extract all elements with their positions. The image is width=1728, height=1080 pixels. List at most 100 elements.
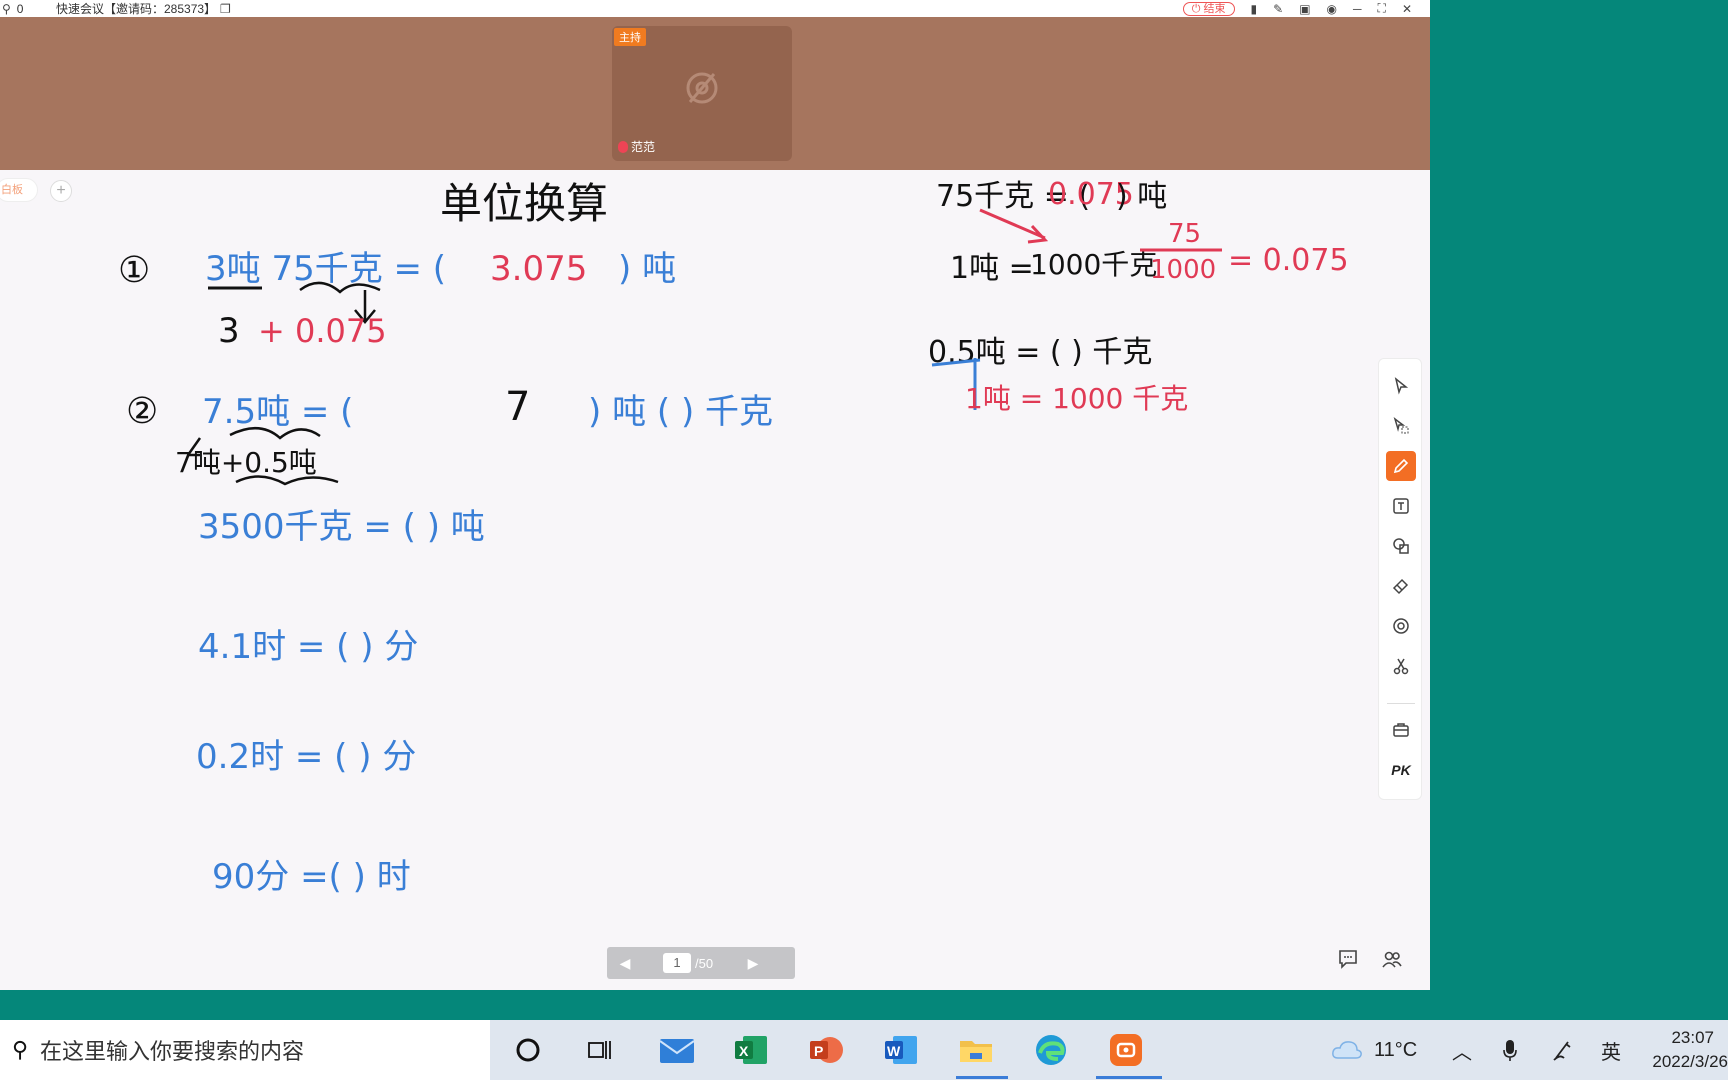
ime-indicator[interactable]: 英 bbox=[1601, 1020, 1621, 1080]
pencil-icon bbox=[1393, 458, 1409, 474]
toolbox-icon bbox=[1393, 723, 1409, 737]
r2-den: 1000 bbox=[1150, 255, 1216, 285]
copy-icon[interactable]: ❐ bbox=[220, 2, 231, 16]
clock-date: 2022/3/26 bbox=[1652, 1052, 1728, 1071]
meeting-title: 快速会议【邀请码：285373】 ❐ bbox=[56, 0, 231, 17]
chat-icon[interactable] bbox=[1336, 947, 1360, 971]
current-page-field[interactable]: 1 bbox=[663, 953, 691, 973]
weather-temp: 11°C bbox=[1374, 1038, 1418, 1061]
close-icon[interactable]: ✕ bbox=[1402, 2, 1412, 16]
explorer-active-indicator bbox=[956, 1076, 1008, 1079]
mail-icon[interactable] bbox=[657, 1030, 697, 1070]
record-icon[interactable]: ◉ bbox=[1327, 2, 1337, 16]
laser-tool[interactable] bbox=[1386, 611, 1416, 641]
svg-text:P: P bbox=[814, 1043, 823, 1059]
q6-text: 90分 =( ) 时 bbox=[212, 857, 411, 897]
q3-text: 3500千克 = ( ) 吨 bbox=[198, 507, 485, 547]
q1-number: ① bbox=[118, 250, 150, 291]
total-pages: /50 bbox=[695, 955, 714, 971]
q5-text: 0.2时 = ( ) 分 bbox=[196, 737, 416, 777]
eraser-tool[interactable] bbox=[1386, 571, 1416, 601]
word-icon[interactable]: W bbox=[881, 1030, 921, 1070]
r2-a: 1吨 = bbox=[950, 251, 1034, 286]
participant-count-label: 0 bbox=[16, 1, 24, 16]
tencent-meeting-icon[interactable] bbox=[1106, 1030, 1146, 1070]
windows-taskbar: ⚲ 在这里输入你要搜索的内容 X P W 11°C ︿ 英 23:07 2022… bbox=[0, 1020, 1728, 1080]
participant-video-tile[interactable]: 主持 范范 bbox=[612, 26, 792, 161]
board-title: 单位换算 bbox=[440, 179, 608, 228]
task-view-icon[interactable] bbox=[580, 1030, 620, 1070]
title-bar-controls: ⏻ 结束 ▮ ✎ ▣ ◉ ─ ⛶ ✕ bbox=[1182, 0, 1412, 17]
q1-answer: 3.075 bbox=[490, 249, 587, 289]
excel-icon[interactable]: X bbox=[731, 1030, 771, 1070]
whiteboard-canvas[interactable]: 白板 + 单位换算 ① 3吨 75千克 = ( 3.075 ) 吨 3 + 0.… bbox=[0, 170, 1430, 990]
camera-off-icon bbox=[686, 72, 718, 104]
q2-number: ② bbox=[126, 391, 158, 432]
signal-icon[interactable]: ▮ bbox=[1251, 2, 1258, 16]
q1-unit: ) 吨 bbox=[618, 249, 676, 289]
participant-name-text: 范范 bbox=[631, 140, 656, 154]
participant-count[interactable]: ⚲ 0 bbox=[2, 0, 23, 17]
members-icon[interactable] bbox=[1380, 947, 1404, 971]
whiteboard-tool-panel: PK bbox=[1378, 358, 1422, 800]
select-tool[interactable] bbox=[1386, 371, 1416, 401]
file-explorer-icon[interactable] bbox=[956, 1030, 996, 1070]
pen-tool[interactable] bbox=[1386, 451, 1416, 481]
image-icon[interactable]: ▣ bbox=[1299, 2, 1310, 16]
taskbar-clock[interactable]: 23:07 2022/3/26 bbox=[1638, 1026, 1728, 1074]
mic-muted-icon bbox=[618, 140, 628, 153]
pk-icon: PK bbox=[1391, 762, 1411, 778]
pen-input-icon[interactable] bbox=[1552, 1020, 1574, 1080]
q4-text: 4.1时 = ( ) 分 bbox=[198, 627, 418, 667]
next-page-button[interactable]: ▶ bbox=[735, 947, 771, 979]
microphone-icon[interactable] bbox=[1503, 1020, 1517, 1080]
q2-answer: 7 bbox=[505, 384, 530, 430]
q2-text: 7.5吨 = ( bbox=[202, 392, 353, 432]
end-meeting-label: 结束 bbox=[1203, 2, 1226, 15]
host-badge: 主持 bbox=[614, 28, 646, 46]
r1-arrow bbox=[979, 208, 1049, 244]
maximize-icon[interactable]: ⛶ bbox=[1378, 1, 1386, 16]
text-tool[interactable] bbox=[1386, 491, 1416, 521]
participant-name: 范范 bbox=[618, 138, 655, 155]
video-strip: 主持 范范 bbox=[0, 17, 1430, 170]
clock-time: 23:07 bbox=[1671, 1028, 1714, 1047]
meeting-title-text: 快速会议【邀请码：285373】 bbox=[56, 2, 217, 16]
handwriting-layer: 单位换算 ① 3吨 75千克 = ( 3.075 ) 吨 3 + 0.075 ②… bbox=[118, 177, 1349, 897]
r4-text: 1吨 = 1000 千克 bbox=[965, 382, 1188, 415]
lasso-tool[interactable] bbox=[1386, 411, 1416, 441]
scissors-icon bbox=[1393, 658, 1409, 675]
svg-text:X: X bbox=[739, 1043, 749, 1059]
shapes-icon bbox=[1393, 538, 1409, 554]
svg-text:W: W bbox=[887, 1043, 901, 1059]
minimize-icon[interactable]: ─ bbox=[1353, 2, 1362, 16]
tool-divider bbox=[1387, 703, 1415, 704]
weather-widget[interactable]: 11°C bbox=[1330, 1020, 1417, 1080]
lasso-cursor-icon bbox=[1393, 417, 1409, 434]
pen-icon[interactable]: ✎ bbox=[1273, 2, 1283, 16]
cortana-icon[interactable] bbox=[508, 1030, 548, 1070]
r2-b: 1000千克 bbox=[1030, 248, 1157, 281]
toolbox-tool[interactable] bbox=[1386, 715, 1416, 745]
title-bar: ⚲ 0 快速会议【邀请码：285373】 ❐ ⏻ 结束 ▮ ✎ ▣ ◉ ─ ⛶ … bbox=[0, 0, 1430, 17]
cursor-icon bbox=[1394, 377, 1409, 395]
q2-work: 7吨+0.5吨 bbox=[175, 446, 317, 479]
meeting-app-window: ⚲ 0 快速会议【邀请码：285373】 ❐ ⏻ 结束 ▮ ✎ ▣ ◉ ─ ⛶ … bbox=[0, 0, 1430, 990]
end-meeting-button[interactable]: ⏻ 结束 bbox=[1182, 1, 1235, 16]
r1-c: ) 吨 bbox=[1116, 179, 1167, 214]
powerpoint-icon[interactable]: P bbox=[806, 1030, 846, 1070]
r2-num: 75 bbox=[1168, 219, 1201, 249]
r2-res: = 0.075 bbox=[1228, 243, 1349, 278]
scissors-tool[interactable] bbox=[1386, 651, 1416, 681]
page-pager: ◀ 1 /50 ▶ bbox=[607, 947, 795, 979]
people-icon: ⚲ bbox=[2, 1, 11, 16]
shape-tool[interactable] bbox=[1386, 531, 1416, 561]
taskbar-search-box[interactable]: ⚲ 在这里输入你要搜索的内容 bbox=[0, 1020, 490, 1080]
meeting-active-indicator bbox=[1096, 1076, 1162, 1079]
tray-chevron-icon[interactable]: ︿ bbox=[1452, 1020, 1472, 1080]
prev-page-button[interactable]: ◀ bbox=[607, 947, 643, 979]
pk-tool[interactable]: PK bbox=[1386, 755, 1416, 785]
q2-rest: ) 吨 ( ) 千克 bbox=[588, 392, 773, 432]
edge-icon[interactable] bbox=[1031, 1030, 1071, 1070]
search-placeholder: 在这里输入你要搜索的内容 bbox=[40, 1039, 305, 1064]
